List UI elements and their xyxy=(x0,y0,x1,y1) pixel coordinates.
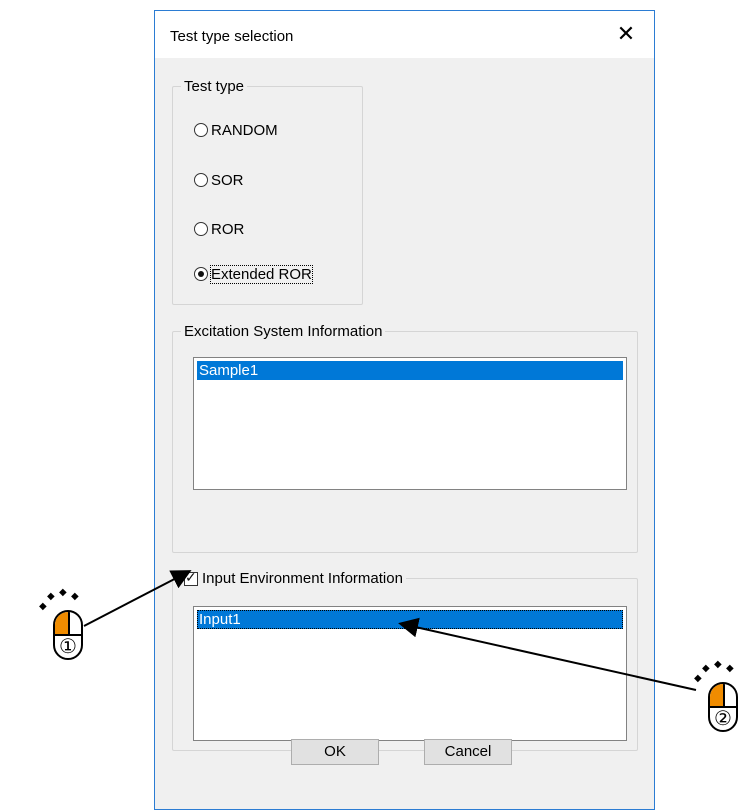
step-2-label: ② xyxy=(714,708,732,730)
step-1-label: ① xyxy=(59,636,77,658)
sparkle-icon: ◆ xyxy=(59,587,67,598)
sparkle-icon: ◆ xyxy=(71,591,79,602)
sparkle-icon: ◆ xyxy=(39,601,47,612)
sparkle-icon: ◆ xyxy=(694,673,702,684)
sparkle-icon: ◆ xyxy=(47,591,55,602)
sparkle-icon: ◆ xyxy=(714,659,722,670)
sparkle-icon: ◆ xyxy=(702,663,710,674)
arrow-to-list-item xyxy=(398,617,697,691)
sparkle-icon: ◆ xyxy=(726,663,734,674)
annotation-arrows xyxy=(83,570,697,691)
arrow-to-checkbox xyxy=(83,570,192,627)
